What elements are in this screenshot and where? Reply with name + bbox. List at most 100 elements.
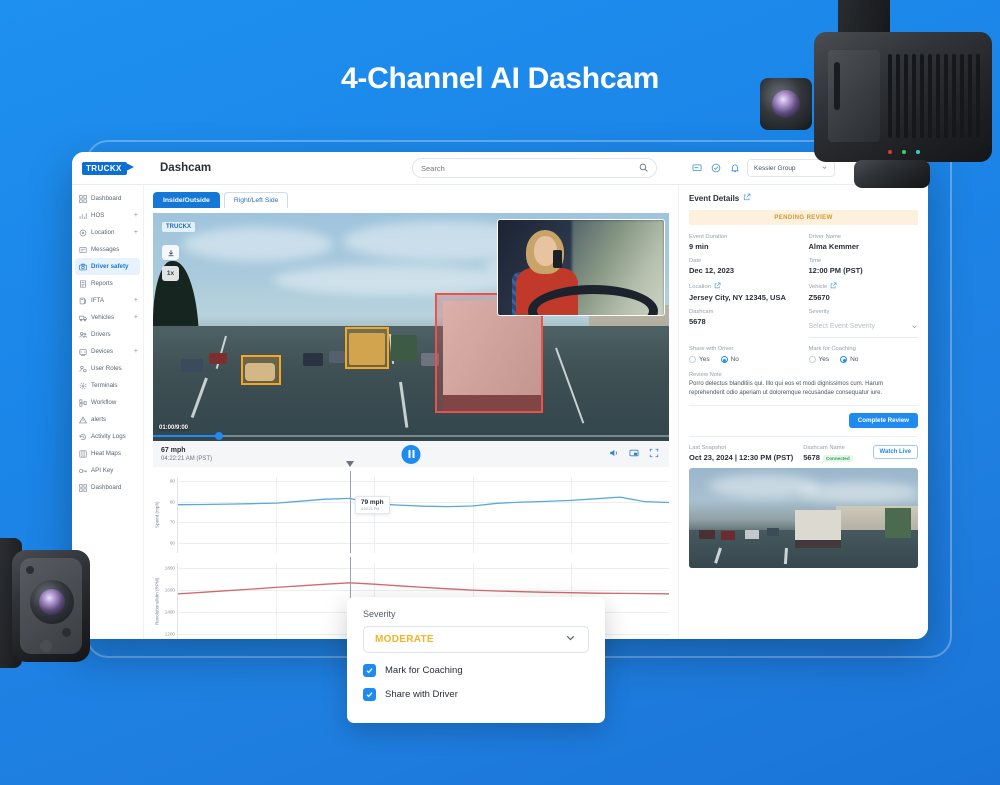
coaching-no-radio[interactable]: No: [840, 356, 858, 363]
watch-live-button[interactable]: Watch Live: [873, 445, 918, 459]
sidebar-item-dashboard[interactable]: Dashboard: [72, 190, 143, 207]
external-link-icon[interactable]: [714, 282, 721, 291]
current-speed-readout: 67 mph: [161, 447, 212, 456]
event-field-vehicle: VehicleZ5670: [809, 282, 919, 302]
expand-icon[interactable]: +: [134, 297, 138, 304]
sidebar-item-label: HOS: [91, 212, 130, 219]
expand-icon[interactable]: +: [134, 229, 138, 236]
event-field-date: DateDec 12, 2023: [689, 258, 799, 275]
report-icon: [79, 280, 87, 288]
sidebar-item-vehicles[interactable]: Vehicles+: [72, 309, 143, 326]
complete-review-button[interactable]: Complete Review: [849, 413, 918, 428]
terminal-icon: [79, 382, 87, 390]
sidebar-item-activity-logs[interactable]: Activity Logs: [72, 428, 143, 445]
sidebar-item-label: Dashboard: [91, 195, 138, 202]
message-icon[interactable]: [692, 163, 702, 173]
sidebar-item-hos[interactable]: HOS +: [72, 207, 143, 224]
sidebar-item-label: Activity Logs: [91, 433, 138, 440]
picture-in-picture-icon[interactable]: [629, 445, 639, 463]
sidebar-item-label: Terminals: [91, 382, 138, 389]
playhead-marker: [346, 461, 354, 467]
expand-icon[interactable]: +: [134, 212, 138, 219]
event-field-dashcam: Dashcam 5678: [689, 309, 799, 338]
chart-playhead[interactable]: [350, 471, 351, 553]
sidebar-item-location[interactable]: Location +: [72, 224, 143, 241]
field-label: Time: [809, 258, 919, 264]
radio-dot: [721, 356, 728, 363]
checkbox-checked-icon[interactable]: [363, 664, 376, 677]
sidebar-item-label: Drivers: [91, 331, 138, 338]
external-link-icon[interactable]: [830, 282, 837, 291]
lane-marking: [555, 348, 584, 424]
severity-popup[interactable]: Severity MODERATE Mark for Coaching Shar…: [347, 597, 605, 723]
last-snapshot-datetime: Oct 23, 2024 | 12:30 PM (PST): [689, 453, 793, 462]
severity-dropdown[interactable]: MODERATE: [363, 626, 589, 653]
mark-for-coaching-label: Mark for Coaching: [809, 346, 919, 352]
field-value: 5678: [689, 317, 799, 326]
sidebar-item-api-key[interactable]: API Key: [72, 462, 143, 479]
search-input[interactable]: [421, 164, 639, 173]
sidebar-item-heat-maps[interactable]: Heat Maps: [72, 445, 143, 462]
video-scrubber[interactable]: [153, 435, 669, 437]
y-axis-tick: 1600: [165, 588, 175, 593]
sidebar-item-reports[interactable]: Reports: [72, 275, 143, 292]
review-note-text[interactable]: Porro delectus blanditiis qui. Illo qui …: [689, 380, 918, 398]
inside-cabin-view[interactable]: [497, 219, 665, 316]
playback-speed-button[interactable]: 1x: [162, 266, 179, 281]
share-no-label: No: [731, 356, 739, 363]
sidebar-item-messages[interactable]: Messages: [72, 241, 143, 258]
bell-icon[interactable]: [730, 163, 740, 173]
sidebar-item-dashboard[interactable]: Dashboard: [72, 479, 143, 496]
user-gear-icon: [79, 365, 87, 373]
field-label-text: Time: [809, 258, 822, 264]
app-window: TRUCKX Dashcam: [72, 152, 928, 639]
fullscreen-icon[interactable]: [649, 445, 659, 463]
speed-line-series: [178, 477, 669, 553]
tab-inside-outside[interactable]: Inside/Outside: [153, 192, 220, 208]
volume-icon[interactable]: [609, 445, 619, 463]
event-field-time: Time12:00 PM (PST): [809, 258, 919, 275]
tab-right-left-side[interactable]: Right/Left Side: [224, 192, 289, 208]
mark-for-coaching-checkbox-row[interactable]: Mark for Coaching: [363, 664, 589, 677]
download-icon[interactable]: [162, 245, 179, 260]
pause-button[interactable]: [402, 445, 421, 464]
sidebar-item-ifta[interactable]: IFTA+: [72, 292, 143, 309]
sidebar-item-devices[interactable]: Devices+: [72, 343, 143, 360]
sidebar-item-label: Location: [91, 229, 130, 236]
event-field-severity[interactable]: SeveritySelect Event Severity: [809, 309, 919, 338]
expand-icon[interactable]: +: [134, 348, 138, 355]
scrubber-progress: [153, 435, 215, 437]
player-icon-group: [609, 445, 659, 463]
cloud: [183, 227, 333, 261]
field-label: Date: [689, 258, 799, 264]
snapshot-roadside-tree: [885, 508, 911, 538]
sidebar-item-user-roles[interactable]: User Roles: [72, 360, 143, 377]
external-link-icon[interactable]: [743, 193, 751, 203]
share-with-driver-checkbox-row[interactable]: Share with Driver: [363, 688, 589, 701]
checkbox-checked-icon[interactable]: [363, 688, 376, 701]
chevron-down-icon: [564, 631, 577, 649]
share-no-radio[interactable]: No: [721, 356, 739, 363]
video-player[interactable]: ! TRUCKX 1x: [153, 213, 669, 441]
snapshot-image[interactable]: [689, 468, 918, 568]
speed-plot-area: 79 mph4:22:21 PM: [177, 477, 669, 553]
main-content: Inside/Outside Right/Left Side: [144, 185, 678, 639]
sidebar-item-driver-safety[interactable]: Driver safety: [75, 258, 140, 275]
detection-box-vehicle-far-left: [241, 355, 281, 385]
coaching-yes-radio[interactable]: Yes: [809, 356, 830, 363]
sidebar-item-workflow[interactable]: Workflow: [72, 394, 143, 411]
field-label: Dashcam: [689, 309, 799, 315]
sidebar-item-drivers[interactable]: Drivers: [72, 326, 143, 343]
device-slot: [834, 62, 840, 110]
share-yes-radio[interactable]: Yes: [689, 356, 710, 363]
event-field-event-duration: Event Duration9 min: [689, 234, 799, 251]
device-icon: [79, 348, 87, 356]
severity-select[interactable]: Select Event Severity: [809, 317, 919, 338]
expand-icon[interactable]: +: [134, 314, 138, 321]
sidebar-item-alerts[interactable]: alerts: [72, 411, 143, 428]
brand-logo[interactable]: TRUCKX: [72, 162, 144, 175]
search-box[interactable]: [412, 158, 657, 178]
connection-status-badge: Connected: [823, 455, 853, 462]
check-circle-icon[interactable]: [711, 163, 721, 173]
sidebar-item-terminals[interactable]: Terminals: [72, 377, 143, 394]
